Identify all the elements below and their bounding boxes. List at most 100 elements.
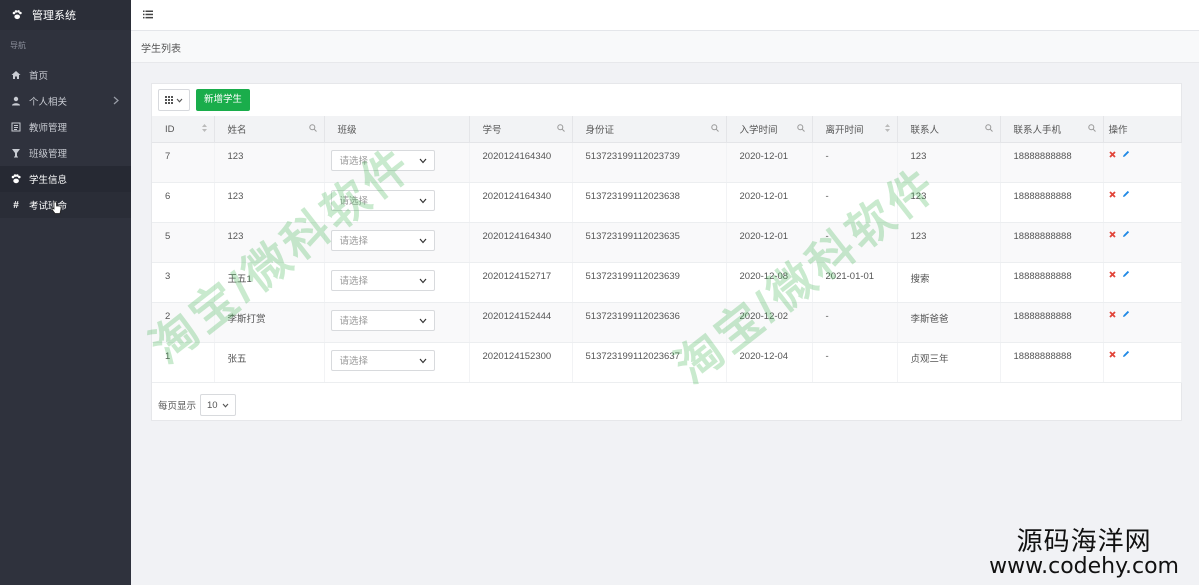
sidebar-item-label: 班级管理 — [29, 149, 68, 160]
sidebar-item-teachers[interactable]: 教师管理 — [0, 114, 131, 140]
home-icon — [11, 70, 21, 80]
phone-cell: 18888888888 — [1000, 142, 1104, 183]
sidebar-item-exams[interactable]: # 考试班命 — [0, 192, 131, 218]
table-header-row: ID 姓名 班级 学号 身份证 入学时间 离开时间 联系人 联系人手机 操作 — [152, 116, 1181, 143]
sidebar-item-home[interactable]: 首页 — [0, 62, 131, 88]
delete-icon[interactable] — [1108, 190, 1116, 201]
col-header-phone[interactable]: 联系人手机 — [1000, 116, 1104, 143]
per-page-label: 每页显示 — [158, 401, 197, 412]
sidebar-item-classes[interactable]: 班级管理 — [0, 140, 131, 166]
student-no-cell: 2020124164340 — [469, 222, 573, 263]
student-no-cell: 2020124164340 — [469, 142, 573, 183]
contact-cell: 贞观三年 — [897, 342, 1001, 383]
class-select[interactable]: 请选择 — [330, 190, 435, 211]
delete-icon[interactable] — [1108, 230, 1116, 241]
columns-toggle-button[interactable] — [158, 89, 190, 111]
page-size-value: 10 — [207, 399, 218, 411]
col-header-student-no[interactable]: 学号 — [469, 116, 573, 143]
col-header-class: 班级 — [324, 116, 470, 143]
sidebar-item-personal[interactable]: 个人相关 — [0, 88, 131, 114]
delete-icon[interactable] — [1108, 350, 1116, 361]
col-header-contact[interactable]: 联系人 — [897, 116, 1001, 143]
table-row: 1 张五 请选择 2020124152300 513723199112023637 202… — [152, 342, 1182, 383]
leave-cell: - — [812, 342, 898, 383]
sort-icon[interactable] — [201, 124, 207, 132]
class-cell: 请选择 — [324, 222, 470, 263]
edit-icon[interactable] — [1122, 230, 1130, 241]
col-header-enroll[interactable]: 入学时间 — [726, 116, 813, 143]
edit-icon[interactable] — [1122, 270, 1130, 281]
app-brand[interactable]: 管理系统 — [0, 0, 131, 30]
id-card-cell: 513723199112023638 — [572, 182, 727, 223]
chevron-down-icon — [222, 403, 229, 408]
id-card-cell: 513723199112023739 — [572, 142, 727, 183]
chevron-down-icon — [176, 98, 183, 103]
chevron-down-icon — [419, 198, 426, 204]
edit-icon[interactable] — [1122, 310, 1130, 321]
contact-cell: 123 — [897, 182, 1001, 223]
search-icon[interactable] — [984, 124, 993, 132]
class-select-value: 请选择 — [339, 316, 369, 327]
corner-brand-line1: 源码海洋网 — [1016, 526, 1152, 556]
search-icon[interactable] — [1087, 124, 1096, 132]
corner-brand-logo: 源码海洋网 www.codehy.com — [989, 526, 1179, 578]
class-select[interactable]: 请选择 — [330, 350, 435, 371]
phone-cell: 18888888888 — [1000, 302, 1104, 343]
table-row: 6 123 请选择 2020124164340 513723199112023638 20… — [152, 182, 1182, 223]
col-header-leave[interactable]: 离开时间 — [812, 116, 898, 143]
sidebar-item-students[interactable]: 学生信息 — [0, 166, 131, 192]
sidebar-item-label: 个人相关 — [29, 97, 68, 108]
search-icon[interactable] — [556, 124, 565, 132]
edit-icon[interactable] — [1122, 190, 1130, 201]
leave-cell: - — [812, 142, 898, 183]
id-card-cell: 513723199112023636 — [572, 302, 727, 343]
mouse-cursor-icon — [51, 201, 62, 214]
class-select-value: 请选择 — [339, 276, 369, 287]
enroll-cell: 2020-12-01 — [726, 182, 813, 223]
id-cell: 2 — [152, 302, 215, 343]
search-icon[interactable] — [710, 124, 719, 132]
chevron-down-icon — [419, 158, 426, 164]
delete-icon[interactable] — [1108, 270, 1116, 281]
class-cell: 请选择 — [324, 182, 470, 223]
id-cell: 1 — [152, 342, 215, 383]
col-header-id-card[interactable]: 身份证 — [572, 116, 727, 143]
search-icon[interactable] — [796, 124, 805, 132]
search-icon[interactable] — [308, 124, 317, 132]
list-icon — [11, 122, 21, 132]
class-select[interactable]: 请选择 — [330, 270, 435, 291]
class-select-value: 请选择 — [339, 196, 369, 207]
trophy-icon — [11, 148, 21, 158]
user-icon — [11, 96, 21, 106]
col-header-actions: 操作 — [1103, 116, 1181, 143]
contact-cell: 搜索 — [897, 262, 1001, 303]
class-select[interactable]: 请选择 — [330, 150, 435, 171]
col-header-name[interactable]: 姓名 — [214, 116, 325, 143]
class-select[interactable]: 请选择 — [330, 230, 435, 251]
delete-icon[interactable] — [1108, 310, 1116, 321]
table-row: 2 李斯打赏 请选择 2020124152444 513723199112023636 2… — [152, 302, 1182, 343]
edit-icon[interactable] — [1122, 150, 1130, 161]
sort-icon[interactable] — [884, 124, 890, 132]
contact-cell: 123 — [897, 222, 1001, 263]
chevron-down-icon — [419, 318, 426, 324]
class-select[interactable]: 请选择 — [330, 310, 435, 331]
contact-cell: 李斯爸爸 — [897, 302, 1001, 343]
page-size-select[interactable]: 10 — [200, 394, 236, 416]
actions-cell — [1103, 302, 1182, 343]
id-cell: 7 — [152, 142, 215, 183]
sidebar-item-label: 首页 — [29, 71, 49, 82]
edit-icon[interactable] — [1122, 350, 1130, 361]
add-student-button[interactable]: 新增学生 — [196, 89, 251, 111]
id-cell: 5 — [152, 222, 215, 263]
phone-cell: 18888888888 — [1000, 222, 1104, 263]
col-header-id[interactable]: ID — [152, 116, 215, 143]
class-cell: 请选择 — [324, 142, 470, 183]
page-title: 学生列表 — [141, 44, 181, 55]
leave-cell: - — [812, 302, 898, 343]
contact-cell: 123 — [897, 142, 1001, 183]
delete-icon[interactable] — [1108, 150, 1116, 161]
menu-toggle-icon[interactable] — [143, 10, 153, 19]
grid-icon — [165, 96, 173, 104]
table-body: 7 123 请选择 2020124164340 513723199112023739 20… — [152, 142, 1182, 383]
